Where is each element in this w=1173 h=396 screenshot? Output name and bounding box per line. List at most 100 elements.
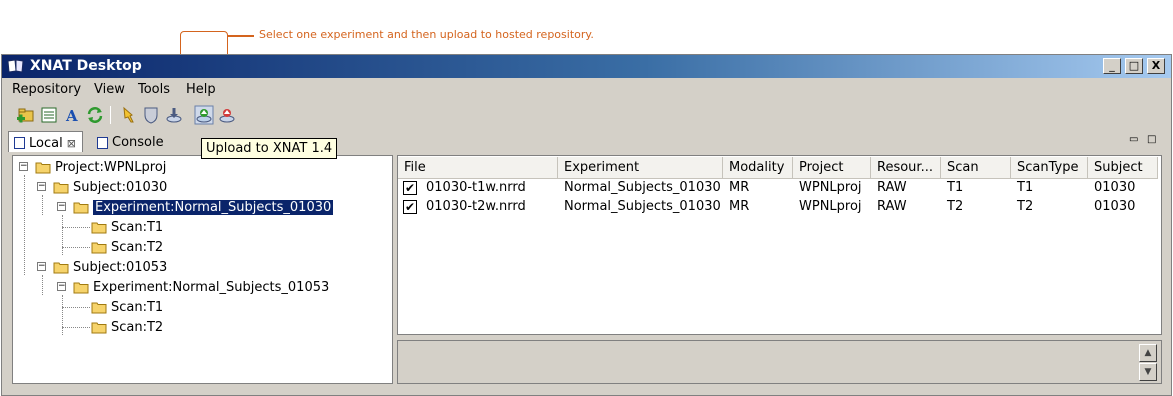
column-header-file[interactable]: File [398, 157, 558, 179]
tree-label: Scan:T1 [111, 299, 164, 315]
font-icon[interactable]: A [62, 105, 82, 125]
cell-experiment: Normal_Subjects_01030 [564, 180, 721, 195]
column-header-scan[interactable]: Scan [941, 157, 1011, 179]
tree-line [42, 275, 43, 295]
cell-project: WPNLproj [799, 199, 862, 214]
tree-node-scan[interactable]: Scan:T1 [91, 217, 163, 237]
folder-icon [91, 242, 107, 253]
tree-label: Project:WPNLproj [55, 159, 167, 175]
column-header-experiment[interactable]: Experiment [558, 157, 723, 179]
toolbar: A [2, 103, 1171, 127]
tab-local-label: Local [29, 135, 63, 151]
cell-file: 01030-t1w.nrrd [426, 180, 526, 195]
tree-node-subject[interactable]: − Subject:01053 [35, 257, 167, 277]
tree-node-scan[interactable]: Scan:T2 [91, 317, 163, 337]
download-icon[interactable] [164, 105, 184, 125]
tree-label: Scan:T2 [111, 319, 164, 335]
collapse-icon[interactable]: − [57, 282, 66, 291]
cell-experiment: Normal_Subjects_01030 [564, 199, 721, 214]
shield-icon[interactable] [141, 105, 161, 125]
tree-node-scan[interactable]: Scan:T1 [91, 297, 163, 317]
menu-tools[interactable]: Tools [138, 82, 170, 97]
row-checkbox[interactable]: ✔ [403, 181, 417, 195]
folder-icon [91, 222, 107, 233]
tree-node-subject[interactable]: − Subject:01030 [35, 177, 167, 197]
cell-resource: RAW [877, 180, 907, 195]
tree-node-scan[interactable]: Scan:T2 [91, 237, 163, 257]
collapse-icon[interactable]: − [37, 182, 46, 191]
callout-line [228, 35, 254, 37]
folder-icon [73, 202, 89, 213]
file-table: File Experiment Modality Project Resour.… [397, 155, 1162, 335]
view-maximize-icon[interactable]: □ [1147, 134, 1156, 145]
project-tree: − Project:WPNLproj − Subject:01030 − Exp… [12, 155, 393, 384]
folder-icon [73, 282, 89, 293]
tree-label: Experiment:Normal_Subjects_01053 [93, 279, 330, 295]
window-title: XNAT Desktop [30, 58, 142, 74]
row-checkbox[interactable]: ✔ [403, 200, 417, 214]
tree-line [62, 215, 63, 255]
svg-text:A: A [65, 107, 78, 125]
tree-line [62, 295, 63, 335]
cell-subject: 01030 [1094, 199, 1136, 214]
column-header-project[interactable]: Project [793, 157, 871, 179]
cell-subject: 01030 [1094, 180, 1136, 195]
tree-label: Scan:T2 [111, 239, 164, 255]
tree-line [24, 175, 25, 275]
maximize-button[interactable]: □ [1125, 58, 1143, 74]
upload-xnat-icon[interactable] [194, 105, 214, 125]
close-button[interactable]: X [1147, 58, 1165, 74]
scroll-up-button[interactable]: ▲ [1139, 344, 1157, 362]
folder-icon [91, 322, 107, 333]
cell-modality: MR [729, 199, 750, 214]
annotation-text: Select one experiment and then upload to… [259, 28, 594, 41]
tab-console-label: Console [112, 135, 164, 150]
cell-scan: T1 [947, 180, 964, 195]
cell-resource: RAW [877, 199, 907, 214]
upload-red-icon[interactable] [217, 105, 237, 125]
collapse-icon[interactable]: − [37, 262, 46, 271]
column-header-resource[interactable]: Resour... [871, 157, 941, 179]
tree-node-experiment[interactable]: − Experiment:Normal_Subjects_01053 [55, 277, 329, 297]
tree-line [62, 307, 90, 308]
tree-label-selected: Experiment:Normal_Subjects_01030 [91, 198, 335, 216]
cell-project: WPNLproj [799, 180, 862, 195]
tree-line [62, 247, 90, 248]
book-icon [7, 59, 24, 73]
menu-repository[interactable]: Repository [12, 82, 81, 97]
tab-local[interactable]: Local ⊠ [8, 131, 83, 152]
tree-node-project[interactable]: − Project:WPNLproj [17, 157, 166, 177]
tree-label: Subject:01030 [73, 179, 168, 195]
column-header-subject[interactable]: Subject [1088, 157, 1158, 179]
minimize-button[interactable]: _ [1103, 58, 1121, 74]
menu-help[interactable]: Help [186, 82, 216, 97]
cell-scantype: T2 [1017, 199, 1034, 214]
tree-label: Subject:01053 [73, 259, 168, 275]
wand-icon[interactable] [118, 105, 138, 125]
cell-scantype: T1 [1017, 180, 1034, 195]
column-header-modality[interactable]: Modality [723, 157, 793, 179]
close-icon[interactable]: ⊠ [67, 137, 76, 150]
scroll-down-button[interactable]: ▼ [1139, 363, 1157, 381]
tree-node-experiment[interactable]: − Experiment:Normal_Subjects_01030 [55, 197, 335, 217]
toolbar-separator [110, 106, 111, 124]
cell-modality: MR [729, 180, 750, 195]
cell-scan: T2 [947, 199, 964, 214]
menu-view[interactable]: View [94, 82, 125, 97]
collapse-icon[interactable]: − [57, 202, 66, 211]
folder-icon [53, 182, 69, 193]
tab-bar: Local ⊠ Console [2, 129, 1171, 153]
column-header-scantype[interactable]: ScanType [1011, 157, 1088, 179]
refresh-icon[interactable] [85, 105, 105, 125]
new-project-icon[interactable] [16, 105, 36, 125]
tab-console[interactable]: Console [92, 131, 170, 152]
console-icon [97, 136, 108, 149]
collapse-icon[interactable]: − [19, 162, 28, 171]
view-minimize-icon[interactable]: ▭ [1129, 134, 1138, 145]
details-panel [397, 340, 1162, 384]
view-icon [14, 137, 25, 149]
list-icon[interactable] [39, 105, 59, 125]
tree-line [62, 227, 90, 228]
tree-line [42, 195, 43, 215]
cell-file: 01030-t2w.nrrd [426, 199, 526, 214]
